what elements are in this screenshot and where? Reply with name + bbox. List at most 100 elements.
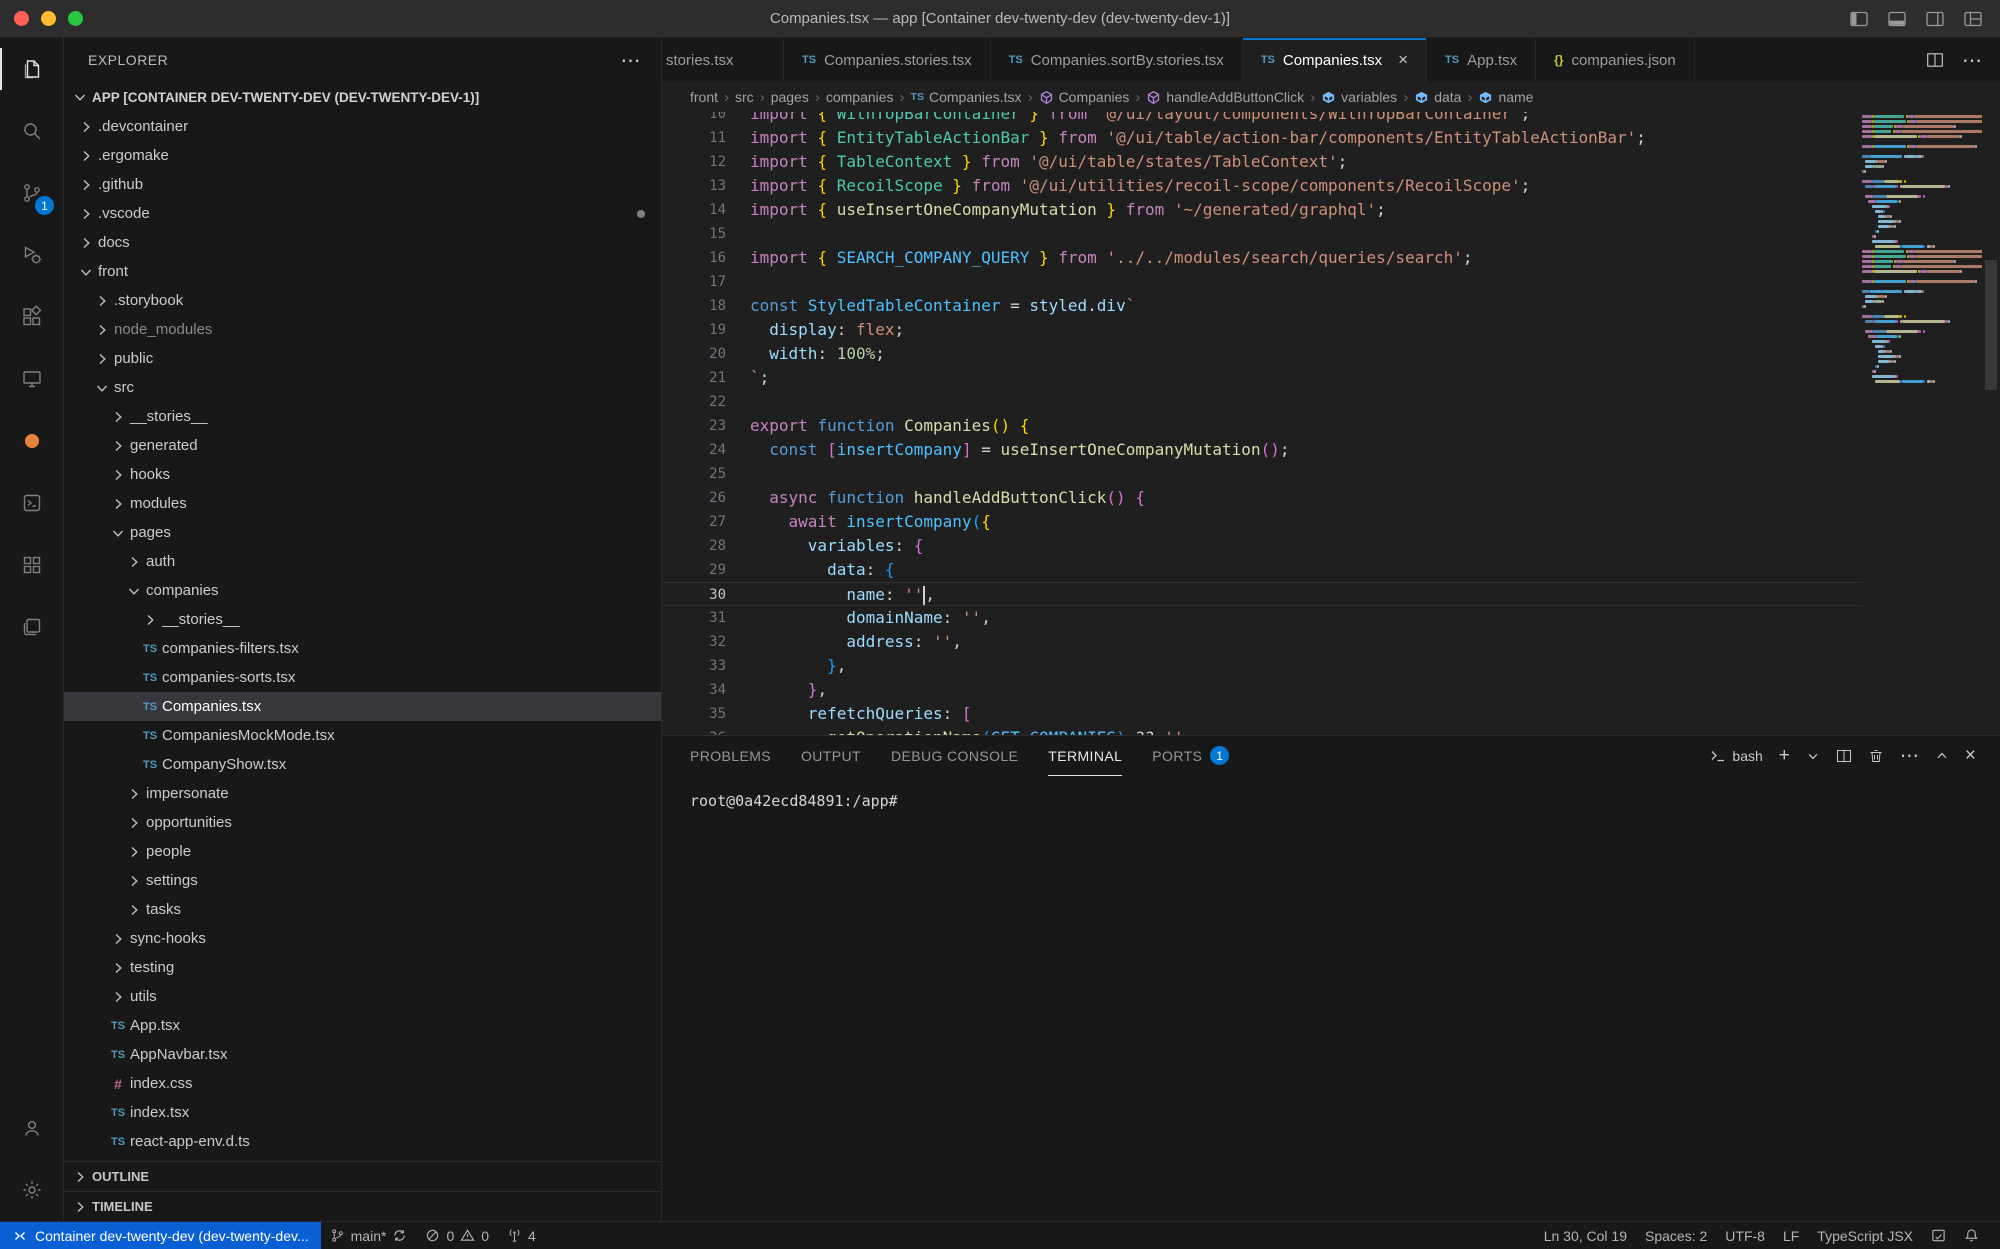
activity-accounts[interactable] [0, 1097, 63, 1159]
tab-Companies.stories.tsx[interactable]: TSCompanies.stories.tsx [784, 38, 991, 82]
tree-item-opportunities[interactable]: opportunities [64, 808, 661, 837]
code-line-16[interactable]: 16import { SEARCH_COMPANY_QUERY } from '… [662, 246, 1862, 270]
language-mode[interactable]: TypeScript JSX [1808, 1228, 1922, 1244]
split-terminal-icon[interactable] [1836, 748, 1852, 764]
breadcrumb-item-variables[interactable]: variables [1321, 89, 1397, 105]
tree-item-generated[interactable]: generated [64, 431, 661, 460]
code-line-27[interactable]: 27 await insertCompany({ [662, 510, 1862, 534]
close-panel-icon[interactable]: × [1965, 745, 1976, 767]
tree-item-people[interactable]: people [64, 837, 661, 866]
code-line-35[interactable]: 35 refetchQueries: [ [662, 702, 1862, 726]
tree-item-companies-sorts.tsx[interactable]: TScompanies-sorts.tsx [64, 663, 661, 692]
toggle-primary-sidebar-icon[interactable] [1848, 8, 1870, 30]
terminal-dropdown-icon[interactable] [1806, 749, 1820, 763]
editor-scrollbar[interactable] [1982, 112, 2000, 735]
tab-Companies.sortBy.stories.tsx[interactable]: TSCompanies.sortBy.stories.tsx [991, 38, 1243, 82]
tree-item-index.tsx[interactable]: TSindex.tsx [64, 1098, 661, 1127]
tab-Companies.tsx[interactable]: TSCompanies.tsx× [1243, 38, 1427, 82]
code-line-32[interactable]: 32 address: '', [662, 630, 1862, 654]
remote-indicator[interactable]: Container dev-twenty-dev (dev-twenty-dev… [0, 1222, 321, 1249]
tree-item-companies-filters.tsx[interactable]: TScompanies-filters.tsx [64, 634, 661, 663]
code-area[interactable]: 10import { WithTopBarContainer } from '@… [662, 112, 1862, 735]
tree-item-public[interactable]: public [64, 344, 661, 373]
tree-item-CompanyShow.tsx[interactable]: TSCompanyShow.tsx [64, 750, 661, 779]
toggle-secondary-sidebar-icon[interactable] [1924, 8, 1946, 30]
code-line-25[interactable]: 25 [662, 462, 1862, 486]
indentation[interactable]: Spaces: 2 [1636, 1228, 1716, 1244]
tree-item-pages[interactable]: pages [64, 518, 661, 547]
close-window-button[interactable] [14, 11, 29, 26]
activity-search[interactable] [0, 100, 63, 162]
git-branch-status[interactable]: main* [321, 1228, 417, 1244]
breadcrumb-item-pages[interactable]: pages [771, 89, 809, 105]
kill-terminal-icon[interactable] [1868, 748, 1884, 764]
toggle-panel-icon[interactable] [1886, 8, 1908, 30]
activity-extension-grid[interactable] [0, 534, 63, 596]
tree-item-.ergomake[interactable]: .ergomake [64, 141, 661, 170]
code-line-33[interactable]: 33 }, [662, 654, 1862, 678]
forwarded-ports-status[interactable]: 4 [498, 1228, 545, 1244]
activity-settings[interactable] [0, 1159, 63, 1221]
code-line-29[interactable]: 29 data: { [662, 558, 1862, 582]
panel-tab-problems[interactable]: PROBLEMS [690, 736, 771, 776]
activity-remote-explorer[interactable] [0, 348, 63, 410]
tab-App.tsx[interactable]: TSApp.tsx [1427, 38, 1536, 82]
code-line-20[interactable]: 20 width: 100%; [662, 342, 1862, 366]
activity-extensions[interactable] [0, 286, 63, 348]
activity-explorer[interactable] [0, 38, 63, 100]
activity-source-control[interactable]: 1 [0, 162, 63, 224]
code-line-28[interactable]: 28 variables: { [662, 534, 1862, 558]
eol-selector[interactable]: LF [1774, 1228, 1808, 1244]
language-status-icon[interactable] [1922, 1228, 1955, 1243]
tree-item-AppNavbar.tsx[interactable]: TSAppNavbar.tsx [64, 1040, 661, 1069]
tree-item-__stories__[interactable]: __stories__ [64, 605, 661, 634]
tree-item-docs[interactable]: docs [64, 228, 661, 257]
workspace-section-header[interactable]: APP [CONTAINER DEV-TWENTY-DEV (DEV-TWENT… [64, 82, 661, 112]
close-tab-icon[interactable]: × [1398, 50, 1408, 70]
panel-tab-ports[interactable]: PORTS1 [1152, 736, 1229, 776]
panel-tab-terminal[interactable]: TERMINAL [1048, 736, 1122, 776]
split-editor-icon[interactable] [1926, 51, 1944, 69]
tree-item-.devcontainer[interactable]: .devcontainer [64, 112, 661, 141]
code-line-15[interactable]: 15 [662, 222, 1862, 246]
tree-item-front[interactable]: front [64, 257, 661, 286]
code-line-24[interactable]: 24 const [insertCompany] = useInsertOneC… [662, 438, 1862, 462]
panel-tab-output[interactable]: OUTPUT [801, 736, 861, 776]
code-line-22[interactable]: 22 [662, 390, 1862, 414]
new-terminal-icon[interactable]: + [1779, 745, 1790, 767]
code-line-26[interactable]: 26 async function handleAddButtonClick()… [662, 486, 1862, 510]
activity-run-debug[interactable] [0, 224, 63, 286]
breadcrumb-item-handleAddButtonClick[interactable]: handleAddButtonClick [1146, 89, 1304, 105]
tree-item-settings[interactable]: settings [64, 866, 661, 895]
breadcrumb-item-src[interactable]: src [735, 89, 754, 105]
outline-section[interactable]: OUTLINE [64, 1161, 661, 1191]
tree-item-utils[interactable]: utils [64, 982, 661, 1011]
code-line-21[interactable]: 21`; [662, 366, 1862, 390]
code-line-11[interactable]: 11import { EntityTableActionBar } from '… [662, 126, 1862, 150]
scrollbar-slider[interactable] [1985, 260, 1997, 390]
editor-more-actions-icon[interactable]: ⋯ [1962, 48, 1982, 73]
tree-item-CompaniesMockMode.tsx[interactable]: TSCompaniesMockMode.tsx [64, 721, 661, 750]
tree-item-impersonate[interactable]: impersonate [64, 779, 661, 808]
breadcrumb-item-Companies[interactable]: Companies [1039, 89, 1130, 105]
tree-item-hooks[interactable]: hooks [64, 460, 661, 489]
activity-layers[interactable] [0, 596, 63, 658]
tree-item-__stories__[interactable]: __stories__ [64, 402, 661, 431]
code-line-34[interactable]: 34 }, [662, 678, 1862, 702]
tree-item-src[interactable]: src [64, 373, 661, 402]
breadcrumb-item-companies[interactable]: companies [826, 89, 894, 105]
code-line-31[interactable]: 31 domainName: '', [662, 606, 1862, 630]
breadcrumb-item-name[interactable]: name [1478, 89, 1533, 105]
customize-layout-icon[interactable] [1962, 8, 1984, 30]
encoding[interactable]: UTF-8 [1716, 1228, 1774, 1244]
tree-item-auth[interactable]: auth [64, 547, 661, 576]
tree-item-sync-hooks[interactable]: sync-hooks [64, 924, 661, 953]
breadcrumb-item-front[interactable]: front [690, 89, 718, 105]
zoom-window-button[interactable] [68, 11, 83, 26]
notifications-bell-icon[interactable] [1955, 1228, 1988, 1243]
terminal-shell-selector[interactable]: bash [1710, 748, 1762, 764]
activity-dev-container[interactable] [0, 472, 63, 534]
tree-item-tasks[interactable]: tasks [64, 895, 661, 924]
code-line-10[interactable]: 10import { WithTopBarContainer } from '@… [662, 112, 1862, 126]
tree-item-Companies.tsx[interactable]: TSCompanies.tsx [64, 692, 661, 721]
